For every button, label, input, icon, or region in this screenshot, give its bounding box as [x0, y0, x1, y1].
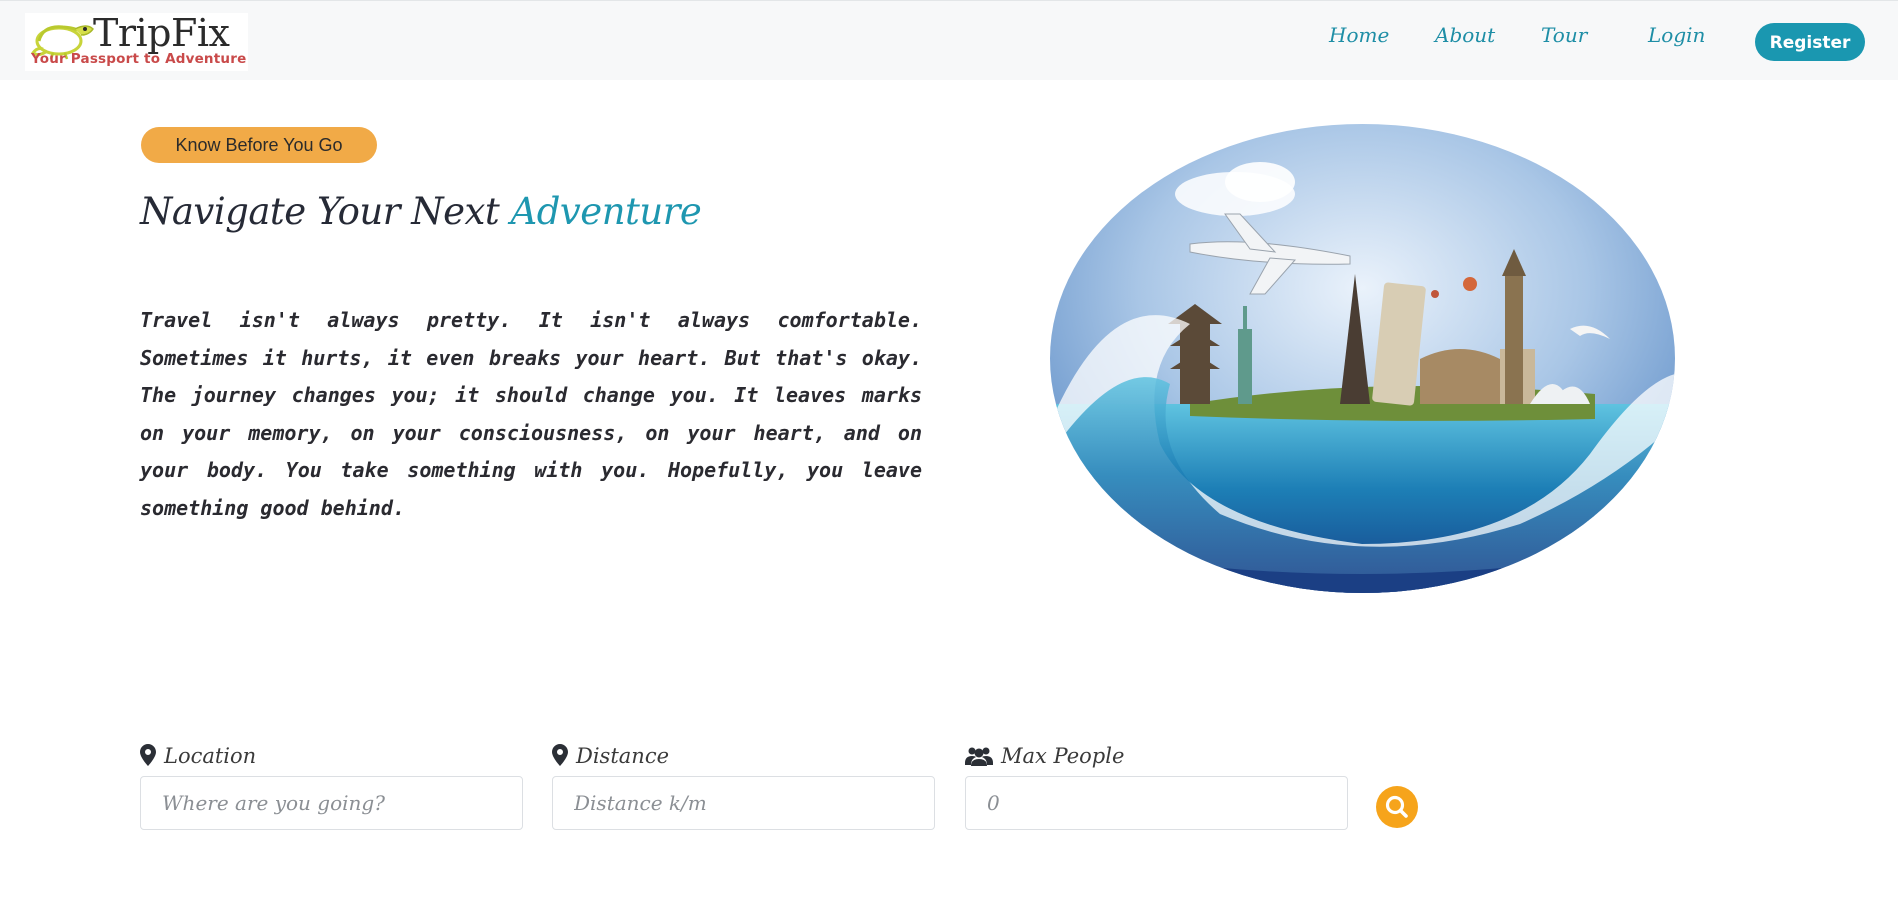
hero-description: Travel isn't always pretty. It isn't alw… — [140, 308, 922, 520]
max-people-label-text: Max People — [1001, 744, 1125, 768]
navbar: TripFix Your Passport to Adventure Home … — [0, 0, 1898, 80]
location-label-text: Location — [164, 744, 257, 768]
location-label: Location — [140, 744, 256, 768]
hero-title-accent: Adventure — [510, 190, 702, 233]
distance-input[interactable] — [552, 776, 935, 830]
brand-tagline: Your Passport to Adventure — [31, 51, 247, 67]
nav-link-tour[interactable]: Tour — [1541, 23, 1587, 47]
travel-landmarks-image — [1050, 124, 1675, 593]
hero-title-main: Navigate Your Next — [140, 190, 511, 233]
map-pin-icon — [140, 744, 156, 766]
brand-name: TripFix — [93, 11, 230, 55]
brand-logo[interactable]: TripFix Your Passport to Adventure — [25, 11, 248, 71]
max-people-input[interactable] — [965, 776, 1348, 830]
register-button[interactable]: Register — [1755, 23, 1865, 61]
nav-link-about[interactable]: About — [1435, 23, 1495, 47]
distance-label-text: Distance — [576, 744, 670, 768]
hero-badge: Know Before You Go — [141, 127, 377, 163]
nav-link-login[interactable]: Login — [1648, 23, 1705, 47]
hero-title: Navigate Your Next Adventure — [140, 190, 702, 233]
distance-label: Distance — [552, 744, 669, 768]
search-button[interactable] — [1376, 786, 1418, 828]
max-people-label: Max People — [965, 744, 1124, 768]
map-pin-icon — [552, 744, 568, 766]
search-icon — [1385, 795, 1408, 818]
users-group-icon — [965, 747, 993, 766]
location-input[interactable] — [140, 776, 523, 830]
nav-link-home[interactable]: Home — [1329, 23, 1389, 47]
